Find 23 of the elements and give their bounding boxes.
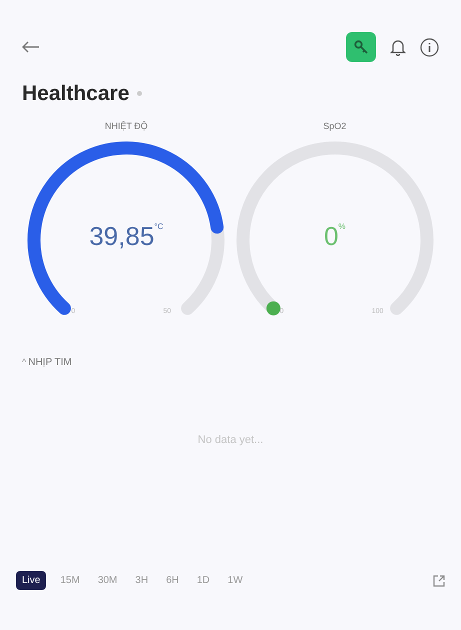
gauge-value: 0 <box>324 223 338 249</box>
notification-icon[interactable] <box>390 38 406 56</box>
page-title: Healthcare <box>22 81 130 107</box>
gauge-value: 39,85 <box>89 223 154 249</box>
expand-icon[interactable] <box>433 574 445 586</box>
time-range-tab[interactable]: 3H <box>131 571 152 590</box>
back-arrow-icon[interactable] <box>22 41 40 53</box>
gauge-unit: °C <box>154 223 164 231</box>
gauge-unit: % <box>338 223 346 231</box>
time-range-tab[interactable]: 6H <box>162 571 183 590</box>
time-range-tab[interactable]: 1W <box>224 571 247 590</box>
section-title: NHỊP TIM <box>28 356 72 370</box>
time-range-tab[interactable]: Live <box>16 571 46 590</box>
info-icon[interactable] <box>420 38 439 56</box>
empty-message: No data yet... <box>198 433 264 448</box>
time-range-tab[interactable]: 1D <box>192 571 214 590</box>
key-icon <box>353 39 369 55</box>
key-button[interactable] <box>346 32 376 62</box>
time-range-tab[interactable]: 30M <box>94 571 122 590</box>
time-range-tab[interactable]: 15M <box>56 571 84 590</box>
gauge-label: SpO2 <box>323 120 346 133</box>
collapse-caret[interactable]: ^ <box>22 356 26 370</box>
gauge-label: NHIỆT ĐỘ <box>104 120 148 132</box>
